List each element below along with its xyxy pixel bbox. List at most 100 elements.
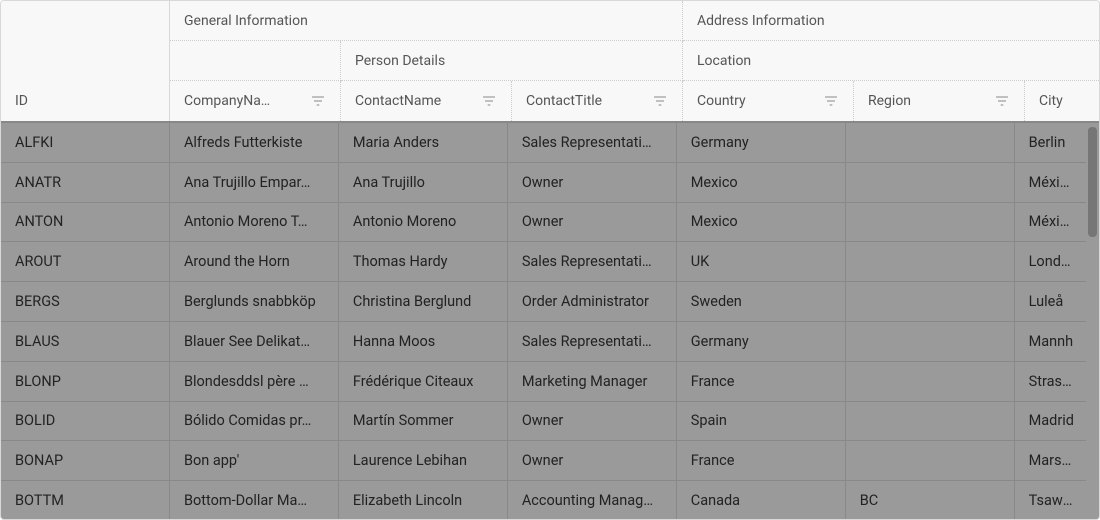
cell-contactName[interactable]: Laurence Lebihan	[339, 441, 508, 480]
table-row[interactable]: AROUTAround the HornThomas HardySales Re…	[1, 242, 1088, 282]
cell-country[interactable]: France	[677, 441, 846, 480]
cell-company[interactable]: Blauer See Delikat…	[170, 322, 339, 361]
cell-region[interactable]	[846, 322, 1015, 361]
cell-id[interactable]: BLONP	[1, 362, 170, 401]
cell-country[interactable]: France	[677, 362, 846, 401]
cell-id[interactable]: BOLID	[1, 402, 170, 441]
cell-contactTitle[interactable]: Owner	[508, 402, 677, 441]
table-row[interactable]: BLAUS Blauer See Delikat…Hanna MoosSales …	[1, 322, 1088, 362]
cell-city[interactable]: Madrid	[1015, 402, 1088, 441]
cell-country[interactable]: Germany	[677, 322, 846, 361]
cell-contactTitle[interactable]: Accounting Manag…	[508, 481, 677, 520]
scrollbar-thumb[interactable]	[1088, 127, 1097, 237]
cell-company[interactable]: Berglunds snabbköp	[170, 282, 339, 321]
cell-region[interactable]	[846, 163, 1015, 202]
cell-country[interactable]: UK	[677, 242, 846, 281]
cell-contactTitle[interactable]: Owner	[508, 441, 677, 480]
group-header-location[interactable]: Location	[683, 41, 1099, 81]
cell-contactName[interactable]: Christina Berglund	[339, 282, 508, 321]
table-row[interactable]: BOLIDBólido Comidas pr…Martín SommerOwne…	[1, 402, 1088, 442]
cell-id[interactable]: BOTTM	[1, 481, 170, 520]
group-header-address-information[interactable]: Address Information	[683, 1, 1099, 41]
cell-id[interactable]: ANTON	[1, 203, 170, 242]
cell-id[interactable]: BONAP	[1, 441, 170, 480]
cell-contactTitle[interactable]: Sales Representati…	[508, 242, 677, 281]
cell-region[interactable]	[846, 362, 1015, 401]
vertical-scrollbar[interactable]	[1086, 123, 1099, 520]
cell-company[interactable]: Bólido Comidas pr…	[170, 402, 339, 441]
cell-contactTitle[interactable]: Sales Representati…	[508, 123, 677, 162]
cell-contactTitle[interactable]: Marketing Manager	[508, 362, 677, 401]
cell-city[interactable]: Mannh	[1015, 322, 1088, 361]
cell-text: BLAUS	[15, 333, 155, 350]
cell-id[interactable]: ALFKI	[1, 123, 170, 162]
column-header-id[interactable]: ID	[1, 1, 170, 121]
filter-icon[interactable]	[652, 93, 668, 109]
cell-region[interactable]	[846, 441, 1015, 480]
cell-id[interactable]: BLAUS	[1, 322, 170, 361]
cell-contactTitle[interactable]: Sales Representati…	[508, 322, 677, 361]
cell-city[interactable]: London	[1015, 242, 1088, 281]
cell-country[interactable]: Germany	[677, 123, 846, 162]
cell-company[interactable]: Around the Horn	[170, 242, 339, 281]
column-header-city[interactable]: City	[1025, 81, 1099, 121]
cell-id[interactable]: BERGS	[1, 282, 170, 321]
cell-country[interactable]: Mexico	[677, 203, 846, 242]
cell-company[interactable]: Bottom-Dollar Ma…	[170, 481, 339, 520]
filter-icon[interactable]	[481, 93, 497, 109]
cell-contactTitle[interactable]: Owner	[508, 203, 677, 242]
cell-contactTitle[interactable]: Order Administrator	[508, 282, 677, 321]
table-row[interactable]: BOTTMBottom-Dollar Ma…Elizabeth LincolnA…	[1, 481, 1088, 520]
cell-contactName[interactable]: Ana Trujillo	[339, 163, 508, 202]
table-row[interactable]: BERGSBerglunds snabbköpChristina Berglun…	[1, 282, 1088, 322]
cell-city[interactable]: Marseil	[1015, 441, 1088, 480]
column-header-company-name[interactable]: CompanyNa…	[170, 81, 341, 121]
cell-company[interactable]: Blondesddsl père …	[170, 362, 339, 401]
cell-contactName[interactable]: Antonio Moreno	[339, 203, 508, 242]
cell-city[interactable]: Berlin	[1015, 123, 1088, 162]
cell-city[interactable]: Luleå	[1015, 282, 1088, 321]
cell-contactName[interactable]: Martín Sommer	[339, 402, 508, 441]
column-header-contact-name[interactable]: ContactName	[341, 81, 512, 121]
cell-country[interactable]: Spain	[677, 402, 846, 441]
cell-contactName[interactable]: Frédérique Citeaux	[339, 362, 508, 401]
cell-region[interactable]: BC	[846, 481, 1015, 520]
cell-contactName[interactable]: Elizabeth Lincoln	[339, 481, 508, 520]
cell-city[interactable]: México	[1015, 163, 1088, 202]
cell-id[interactable]: AROUT	[1, 242, 170, 281]
filter-icon[interactable]	[994, 93, 1010, 109]
cell-contactName[interactable]: Maria Anders	[339, 123, 508, 162]
group-header-general-information[interactable]: General Information	[170, 1, 683, 41]
cell-company[interactable]: Alfreds Futterkiste	[170, 123, 339, 162]
cell-city[interactable]: Strasbo	[1015, 362, 1088, 401]
cell-region[interactable]	[846, 402, 1015, 441]
cell-id[interactable]: ANATR	[1, 163, 170, 202]
cell-city[interactable]: México	[1015, 203, 1088, 242]
column-header-country[interactable]: Country	[683, 81, 854, 121]
cell-region[interactable]	[846, 203, 1015, 242]
cell-contactName[interactable]: Thomas Hardy	[339, 242, 508, 281]
filter-icon[interactable]	[823, 93, 839, 109]
filter-icon[interactable]	[310, 93, 326, 109]
cell-region[interactable]	[846, 123, 1015, 162]
cell-region[interactable]	[846, 242, 1015, 281]
cell-country[interactable]: Canada	[677, 481, 846, 520]
table-row[interactable]: BONAPBon app'Laurence LebihanOwnerFrance…	[1, 441, 1088, 481]
cell-contactTitle[interactable]: Owner	[508, 163, 677, 202]
cell-company[interactable]: Bon app'	[170, 441, 339, 480]
table-row[interactable]: ANTONAntonio Moreno T…Antonio MorenoOwne…	[1, 203, 1088, 243]
cell-contactName[interactable]: Hanna Moos	[339, 322, 508, 361]
cell-country[interactable]: Sweden	[677, 282, 846, 321]
cell-country[interactable]: Mexico	[677, 163, 846, 202]
cell-city[interactable]: Tsawas	[1015, 481, 1088, 520]
cell-company[interactable]: Ana Trujillo Empar…	[170, 163, 339, 202]
group-header-person-details[interactable]: Person Details	[341, 41, 683, 81]
column-header-contact-title[interactable]: ContactTitle	[512, 81, 683, 121]
table-row[interactable]: ALFKIAlfreds FutterkisteMaria AndersSale…	[1, 123, 1088, 163]
cell-region[interactable]	[846, 282, 1015, 321]
table-row[interactable]: BLONPBlondesddsl père …Frédérique Citeau…	[1, 362, 1088, 402]
cell-company[interactable]: Antonio Moreno T…	[170, 203, 339, 242]
table-row[interactable]: ANATRAna Trujillo Empar…Ana TrujilloOwne…	[1, 163, 1088, 203]
cell-text: Luleå	[1029, 293, 1074, 310]
column-header-region[interactable]: Region	[854, 81, 1025, 121]
